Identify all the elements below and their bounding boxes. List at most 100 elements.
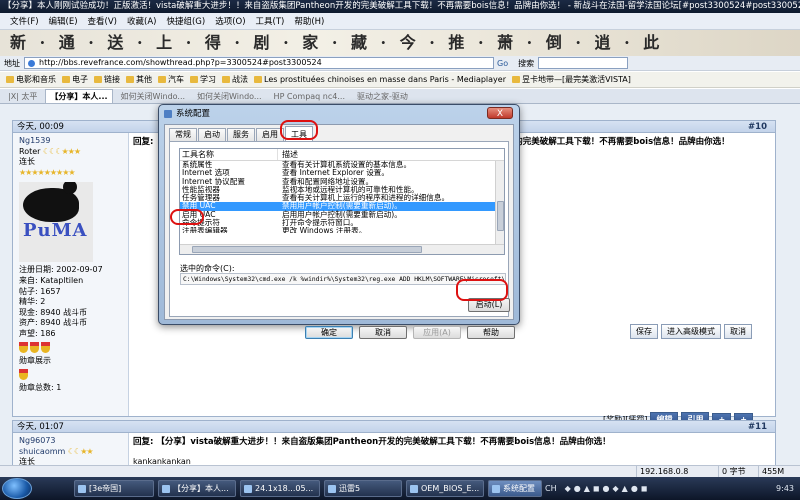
dialog-title: 系统配置 <box>164 107 210 121</box>
post-header: 今天, 01:07 #11 <box>13 421 775 433</box>
favorite-item[interactable]: 昱卡地带—[最完美激活VISTA] <box>512 74 631 85</box>
url-input[interactable]: http://bbs.revefrance.com/showthread.php… <box>24 57 494 69</box>
tab-close-all[interactable]: |X| 太平 <box>4 90 41 103</box>
list-item[interactable]: 注册表编辑器 更改 Windows 注册表。 <box>180 227 504 233</box>
tray-icons[interactable]: ◆●▲◼●◆▲●◼ <box>565 480 651 497</box>
close-button[interactable]: X <box>487 107 513 119</box>
avatar-text: PuMA <box>23 220 88 242</box>
save-button[interactable]: 保存 <box>630 324 658 339</box>
favorite-label: 昱卡地带—[最完美激活VISTA] <box>522 75 631 84</box>
tab-bar: |X| 太平 【分享】本人... 如何关闭Windo... 如何关闭Windo.… <box>0 89 800 104</box>
favorite-label: 战法 <box>232 75 248 84</box>
folder-icon <box>6 76 14 83</box>
scrollbar-thumb[interactable] <box>497 201 504 231</box>
medal-icon <box>19 368 28 380</box>
language-indicator[interactable]: CH <box>545 480 557 497</box>
menu-bar: 文件(F) 编辑(E) 查看(V) 收藏(A) 快捷组(G) 选项(O) 工具(… <box>0 13 800 30</box>
taskbar-item[interactable]: OEM_BIOS_E... <box>406 480 484 497</box>
banner-calligraphy: 新 · 通 · 送 · 上 · 得 · 剧 · 家 · 藏 · 今 · 推 · … <box>10 33 664 52</box>
favorite-label: 链接 <box>104 75 120 84</box>
folder-icon <box>126 76 134 83</box>
tools-list[interactable]: 工具名称 描述 系统属性 查看有关计算机系统设置的基本信息。 Internet 选… <box>179 148 505 255</box>
menu-help[interactable]: 帮助(H) <box>294 15 324 27</box>
favorite-label: 其他 <box>136 75 152 84</box>
system-config-dialog: 系统配置 X 常规 启动 服务 启用 工具 工具名称 描述 系统属性 查看有关计算… <box>158 104 520 339</box>
favorite-item[interactable]: 其他 <box>126 74 152 85</box>
favorite-item[interactable]: Les prostituées chinoises en masse dans … <box>254 75 506 84</box>
tool-desc: 打开命令提示符窗口。 <box>282 218 358 228</box>
search-input[interactable] <box>538 57 629 69</box>
menu-options[interactable]: 选项(O) <box>215 15 245 27</box>
menu-file[interactable]: 文件(F) <box>10 15 39 27</box>
tab-item[interactable]: HP Compaq nc4... <box>270 91 349 102</box>
help-button[interactable]: 帮助 <box>467 326 515 339</box>
user-sidebar: Ng1539 Roter ☾☾☾★★★ 连长 ★★★★★★★★★ PuMA 注册… <box>13 133 129 416</box>
tab-services[interactable]: 服务 <box>227 128 255 141</box>
address-bar: 地址 http://bbs.revefrance.com/showthread.… <box>0 56 800 71</box>
column-description[interactable]: 描述 <box>278 149 298 160</box>
cancel-button[interactable]: 取消 <box>359 326 407 339</box>
favorite-label: Les prostituées chinoises en masse dans … <box>264 75 506 84</box>
command-field[interactable]: C:\Windows\System32\cmd.exe /k %windir%\… <box>180 273 506 285</box>
page-icon <box>254 76 262 83</box>
post-number[interactable]: #11 <box>748 421 767 433</box>
medal-icon <box>19 341 28 353</box>
list-item[interactable]: 命令提示符 打开命令提示符窗口。 <box>180 218 504 228</box>
status-memory: 455M <box>758 466 784 477</box>
scrollbar-thumb[interactable] <box>192 246 422 253</box>
post-username[interactable]: Ng96073 <box>19 436 122 447</box>
favorite-item[interactable]: 学习 <box>190 74 216 85</box>
vertical-scrollbar[interactable] <box>495 161 504 244</box>
taskbar-item[interactable]: [3e帝国] <box>74 480 154 497</box>
menu-view[interactable]: 查看(V) <box>88 15 117 27</box>
user-rank: 连长 <box>19 157 35 167</box>
taskbar-item-active[interactable]: 系统配置 <box>488 480 542 497</box>
post-username[interactable]: Ng1539 <box>19 136 122 147</box>
start-button[interactable] <box>2 478 32 499</box>
post-time: 今天, 00:09 <box>17 122 64 132</box>
favorite-item[interactable]: 链接 <box>94 74 120 85</box>
tab-startup[interactable]: 启用 <box>256 128 284 141</box>
post-number[interactable]: #10 <box>748 121 767 133</box>
menu-tools[interactable]: 工具(T) <box>256 15 285 27</box>
taskbar-item[interactable]: 24.1x18...05... <box>240 480 320 497</box>
tab-item[interactable]: 如何关闭Windo... <box>117 90 190 103</box>
dialog-tabs: 常规 启动 服务 启用 工具 <box>169 126 314 141</box>
advanced-mode-button[interactable]: 进入高级模式 <box>661 324 721 339</box>
favorite-item[interactable]: 战法 <box>222 74 248 85</box>
go-button[interactable]: Go <box>497 59 508 68</box>
avatar[interactable]: PuMA <box>19 182 93 263</box>
folder-icon <box>222 76 230 83</box>
medal-display-label[interactable]: 勋章展示 <box>19 356 122 367</box>
tab-item[interactable]: 如何关闭Windo... <box>193 90 266 103</box>
menu-groups[interactable]: 快捷组(G) <box>166 15 205 27</box>
favorite-item[interactable]: 汽车 <box>158 74 184 85</box>
tab-active[interactable]: 【分享】本人... <box>45 89 113 103</box>
favorite-item[interactable]: 电子 <box>62 74 88 85</box>
favorite-label: 学习 <box>200 75 216 84</box>
clock[interactable]: 9:43 <box>776 480 794 497</box>
tool-name: 命令提示符 <box>182 218 220 228</box>
apply-button[interactable]: 应用(A) <box>413 326 461 339</box>
taskbar-item[interactable]: 【分享】本人... <box>158 480 236 497</box>
column-tool-name[interactable]: 工具名称 <box>180 149 278 160</box>
cat-silhouette-icon <box>23 182 79 223</box>
tab-item[interactable]: 驱动之家-驱动 <box>353 90 412 103</box>
launch-button[interactable]: 启动(L) <box>468 298 510 312</box>
horizontal-scrollbar[interactable] <box>180 244 504 254</box>
tab-boot[interactable]: 启动 <box>198 128 226 141</box>
favorite-item[interactable]: 电影和音乐 <box>6 74 56 85</box>
taskbar-item[interactable]: 迅雷5 <box>324 480 402 497</box>
favorite-label: 电影和音乐 <box>16 75 56 84</box>
favorite-label: 电子 <box>72 75 88 84</box>
menu-edit[interactable]: 编辑(E) <box>49 15 78 27</box>
medal-icon <box>41 341 50 353</box>
folder-icon <box>62 76 70 83</box>
tab-tools[interactable]: 工具 <box>285 126 313 141</box>
menu-favorites[interactable]: 收藏(A) <box>127 15 156 27</box>
user-stat: 精华: 2 <box>19 297 46 307</box>
tab-general[interactable]: 常规 <box>169 128 197 141</box>
ok-button[interactable]: 确定 <box>305 326 353 339</box>
search-label: 搜索 <box>518 58 535 68</box>
cancel-button[interactable]: 取消 <box>724 324 752 339</box>
